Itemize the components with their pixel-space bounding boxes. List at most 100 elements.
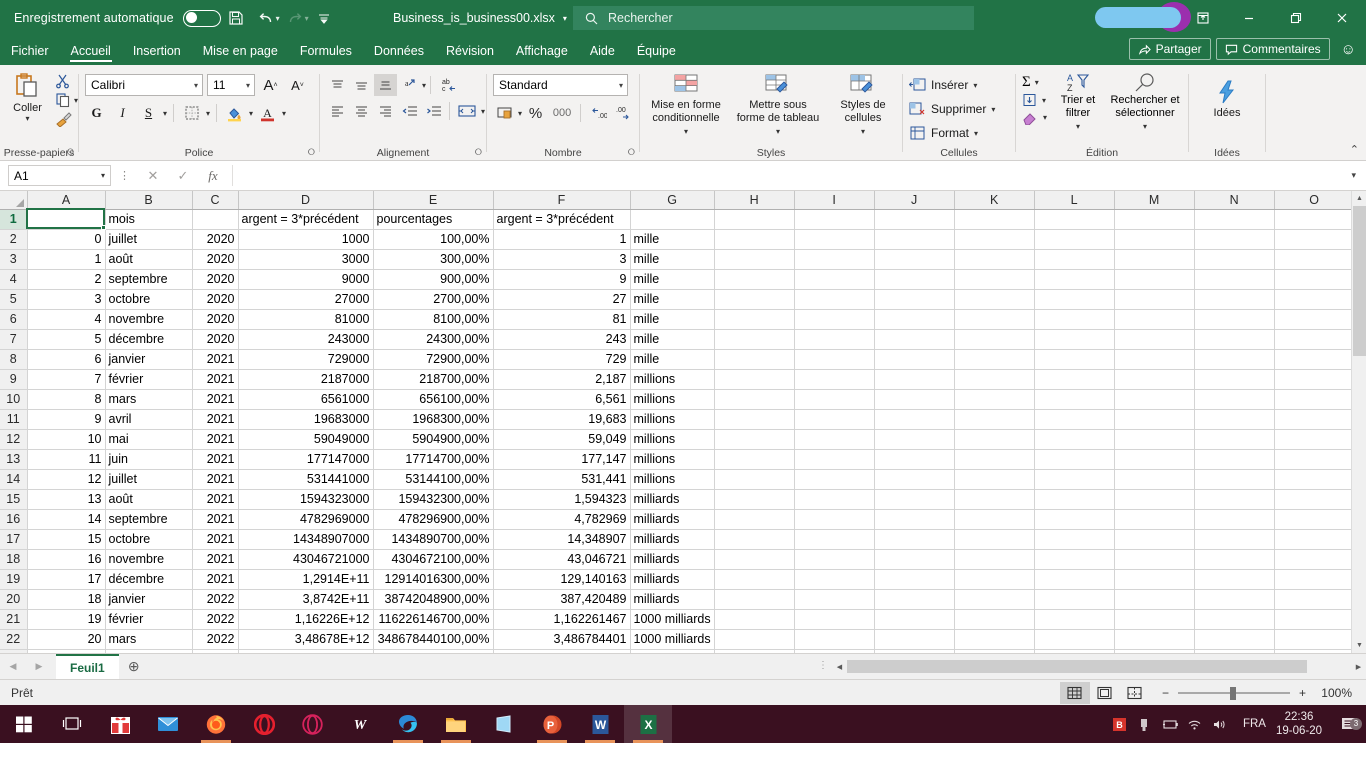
cell-O3[interactable] [1274, 249, 1355, 270]
cell-O9[interactable] [1274, 369, 1355, 390]
horizontal-scrollbar[interactable]: ◀ ▶ [832, 656, 1366, 677]
cell-L21[interactable] [1034, 609, 1115, 630]
cell-I21[interactable] [794, 609, 875, 630]
decrease-font-size-button[interactable]: A ˅ [286, 74, 309, 96]
tab-insertion[interactable]: Insertion [122, 36, 192, 65]
cell-D18[interactable]: 43046721000 [238, 549, 374, 570]
cell-H15[interactable] [714, 489, 795, 510]
autosave-toggle[interactable] [182, 9, 221, 27]
cell-B18[interactable]: novembre [105, 549, 193, 570]
cell-K3[interactable] [954, 249, 1035, 270]
cell-A10[interactable]: 8 [27, 389, 106, 410]
cell-E10[interactable]: 656100,00% [373, 389, 494, 410]
cell-I15[interactable] [794, 489, 875, 510]
cell-B16[interactable]: septembre [105, 509, 193, 530]
cell-E4[interactable]: 900,00% [373, 269, 494, 290]
taskbar-app-firefox[interactable] [192, 705, 240, 743]
horizontal-scroll-thumb[interactable] [847, 660, 1307, 673]
cell-I12[interactable] [794, 429, 875, 450]
column-header-L[interactable]: L [1034, 191, 1115, 210]
cell-D13[interactable]: 177147000 [238, 449, 374, 470]
notifications-icon[interactable]: 3 [1332, 716, 1366, 733]
cell-A8[interactable]: 6 [27, 349, 106, 370]
cell-C2[interactable]: 2020 [192, 229, 239, 250]
cell-J11[interactable] [874, 409, 955, 430]
fill-color-dropdown-caret[interactable]: ▾ [249, 109, 253, 118]
cell-E12[interactable]: 5904900,00% [373, 429, 494, 450]
cell-N6[interactable] [1194, 309, 1275, 330]
cell-D12[interactable]: 59049000 [238, 429, 374, 450]
next-sheet-icon[interactable]: ▶ [26, 661, 52, 672]
cell-D21[interactable]: 1,16226E+12 [238, 609, 374, 630]
cell-I22[interactable] [794, 629, 875, 650]
cell-G13[interactable]: millions [630, 449, 715, 470]
cell-C13[interactable]: 2021 [192, 449, 239, 470]
cell-D8[interactable]: 729000 [238, 349, 374, 370]
cell-M3[interactable] [1114, 249, 1195, 270]
scroll-left-button[interactable]: ◀ [832, 663, 847, 671]
cell-A6[interactable]: 4 [27, 309, 106, 330]
alignment-dialog-launcher[interactable]: ⭘ [475, 145, 482, 160]
cell-A2[interactable]: 0 [27, 229, 106, 250]
align-center-button[interactable] [350, 100, 373, 122]
cell-H1[interactable] [714, 209, 795, 230]
cell-O17[interactable] [1274, 529, 1355, 550]
minimize-icon[interactable] [1226, 0, 1272, 36]
format-as-table-caret[interactable]: ▾ [776, 125, 780, 138]
cell-F19[interactable]: 129,140163 [493, 569, 631, 590]
volume-icon[interactable] [1212, 718, 1237, 731]
cell-C11[interactable]: 2021 [192, 409, 239, 430]
cell-B4[interactable]: septembre [105, 269, 193, 290]
row-header-4[interactable]: 4 [0, 269, 28, 290]
tab-fichier[interactable]: Fichier [0, 36, 60, 65]
row-header-20[interactable]: 20 [0, 589, 28, 610]
cell-M9[interactable] [1114, 369, 1195, 390]
cell-L16[interactable] [1034, 509, 1115, 530]
cell-B10[interactable]: mars [105, 389, 193, 410]
format-painter-button[interactable] [55, 111, 78, 127]
cell-M13[interactable] [1114, 449, 1195, 470]
cell-M22[interactable] [1114, 629, 1195, 650]
cell-L17[interactable] [1034, 529, 1115, 550]
clear-caret[interactable]: ▾ [1043, 113, 1047, 122]
sheet-tab-feuil1[interactable]: Feuil1 [56, 653, 119, 680]
cell-A14[interactable]: 12 [27, 469, 106, 490]
cell-L11[interactable] [1034, 409, 1115, 430]
column-header-E[interactable]: E [373, 191, 494, 210]
cell-styles-button[interactable]: Styles de cellules ▾ [827, 71, 899, 138]
cell-C9[interactable]: 2021 [192, 369, 239, 390]
cell-G2[interactable]: mille [630, 229, 715, 250]
italic-button[interactable]: I [111, 102, 134, 124]
fx-icon[interactable]: fx [198, 168, 228, 184]
cell-G22[interactable]: 1000 milliards [630, 629, 715, 650]
cell-G5[interactable]: mille [630, 289, 715, 310]
cell-L22[interactable] [1034, 629, 1115, 650]
merge-center-button[interactable] [454, 100, 480, 122]
row-header-7[interactable]: 7 [0, 329, 28, 350]
orientation-dropdown-caret[interactable]: ▾ [422, 81, 426, 90]
cell-O14[interactable] [1274, 469, 1355, 490]
column-header-C[interactable]: C [192, 191, 239, 210]
cell-A16[interactable]: 14 [27, 509, 106, 530]
cell-N3[interactable] [1194, 249, 1275, 270]
cell-E1[interactable]: pourcentages [373, 209, 494, 230]
cell-N8[interactable] [1194, 349, 1275, 370]
cell-K1[interactable] [954, 209, 1035, 230]
row-header-3[interactable]: 3 [0, 249, 28, 270]
cell-D16[interactable]: 4782969000 [238, 509, 374, 530]
cell-L20[interactable] [1034, 589, 1115, 610]
cell-F18[interactable]: 43,046721 [493, 549, 631, 570]
taskbar-app-opera-gx[interactable] [288, 705, 336, 743]
cell-E16[interactable]: 478296900,00% [373, 509, 494, 530]
sort-filter-caret[interactable]: ▾ [1076, 120, 1080, 133]
row-header-14[interactable]: 14 [0, 469, 28, 490]
cell-B8[interactable]: janvier [105, 349, 193, 370]
cell-M14[interactable] [1114, 469, 1195, 490]
cell-D3[interactable]: 3000 [238, 249, 374, 270]
close-icon[interactable] [1318, 0, 1366, 36]
row-header-13[interactable]: 13 [0, 449, 28, 470]
cell-C20[interactable]: 2022 [192, 589, 239, 610]
format-cells-button[interactable]: Format ▾ [909, 121, 995, 145]
cell-K7[interactable] [954, 329, 1035, 350]
cell-H22[interactable] [714, 629, 795, 650]
